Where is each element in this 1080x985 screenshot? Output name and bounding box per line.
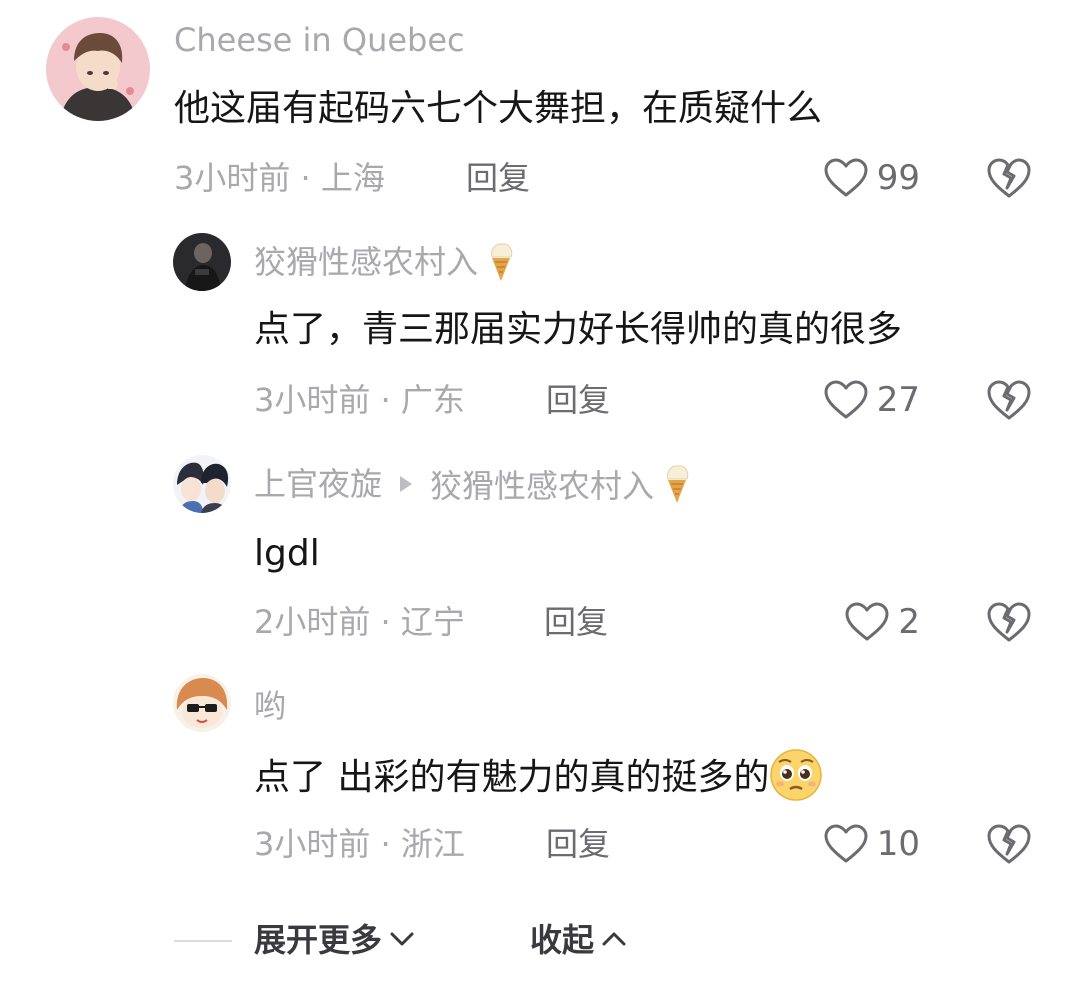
avatar[interactable] [173, 455, 231, 513]
pleading-face-emoji-icon [769, 748, 823, 802]
chevron-up-icon [602, 932, 626, 946]
like-button[interactable]: 10 [823, 820, 920, 868]
comment-time-location: 2小时前 · 辽宁 [254, 603, 465, 641]
reply-item: 上官夜旋 狡猾性感农村入 lgdl 2小时前 · 辽宁 回复 2 [0, 442, 1080, 664]
avatar[interactable] [46, 17, 150, 121]
username[interactable]: Cheese in Quebec [174, 20, 465, 60]
reply-item: 哟 点了 出彩的有魅力的真的挺多的 3小时前 · 浙江 回复 10 [0, 664, 1080, 886]
comment-text-content: 点了 出彩的有魅力的真的挺多的 [254, 757, 770, 798]
boy-cartoon-avatar-icon [46, 17, 150, 121]
like-count: 10 [876, 824, 920, 864]
broken-heart-icon [987, 158, 1031, 198]
reply-to-username[interactable]: 狡猾性感农村入 [430, 467, 654, 505]
reply-arrow-icon [400, 476, 413, 492]
like-count: 27 [876, 380, 920, 420]
collapse-label[interactable]: 收起 [530, 921, 594, 959]
like-count: 99 [876, 158, 920, 198]
comment-text: 他这届有起码六七个大舞担，在质疑什么 [174, 88, 823, 129]
like-count: 2 [898, 602, 920, 642]
ice-cream-icon [662, 463, 692, 505]
username[interactable]: 上官夜旋 狡猾性感农村入 [254, 464, 692, 507]
broken-heart-icon [987, 602, 1031, 642]
heart-outline-icon [845, 602, 889, 641]
comment-text: lgdl [254, 533, 320, 574]
username[interactable]: 哟 [254, 686, 286, 726]
username[interactable]: 狡猾性感农村入 [254, 242, 516, 285]
chevron-down-icon [390, 932, 414, 946]
dark-photo-avatar-icon [173, 233, 231, 291]
dislike-button[interactable] [986, 378, 1032, 422]
dislike-button[interactable] [986, 600, 1032, 644]
expand-more-label[interactable]: 展开更多 [254, 921, 382, 959]
reply-button[interactable]: 回复 [546, 824, 610, 864]
avatar[interactable] [173, 674, 231, 732]
dislike-button[interactable] [986, 156, 1032, 200]
comment-time-location: 3小时前 · 广东 [254, 381, 465, 419]
comment-item: Cheese in Quebec 他这届有起码六七个大舞担，在质疑什么 3小时前… [0, 0, 1080, 220]
collapse-button[interactable]: 收起 [530, 918, 628, 962]
footer-divider [174, 940, 232, 942]
reply-button[interactable]: 回复 [466, 158, 530, 198]
like-button[interactable]: 99 [823, 154, 920, 202]
ice-cream-icon [486, 241, 516, 283]
reply-button[interactable]: 回复 [546, 380, 610, 420]
heart-outline-icon [824, 380, 868, 419]
broken-heart-icon [987, 380, 1031, 420]
broken-heart-icon [987, 824, 1031, 864]
comment-text: 点了，青三那届实力好长得帅的真的很多 [254, 309, 903, 350]
dislike-button[interactable] [986, 822, 1032, 866]
like-button[interactable]: 27 [823, 376, 920, 424]
comment-text: 点了 出彩的有魅力的真的挺多的 [254, 749, 823, 806]
comment-time-location: 3小时前 · 浙江 [254, 825, 465, 863]
heart-outline-icon [824, 158, 868, 197]
reply-button[interactable]: 回复 [544, 602, 608, 642]
avatar[interactable] [173, 233, 231, 291]
username-text[interactable]: 上官夜旋 [254, 465, 382, 503]
reply-item: 狡猾性感农村入 点了，青三那届实力好长得帅的真的很多 3小时前 · 广东 回复 … [0, 220, 1080, 442]
anime-couple-avatar-icon [173, 455, 231, 513]
username-text[interactable]: 狡猾性感农村入 [254, 243, 478, 281]
heart-outline-icon [824, 824, 868, 863]
comment-time-location: 3小时前 · 上海 [174, 159, 385, 197]
like-button[interactable]: 2 [844, 598, 920, 646]
expand-more-button[interactable]: 展开更多 [254, 918, 416, 962]
anime-girl-sunglasses-avatar-icon [173, 674, 231, 732]
